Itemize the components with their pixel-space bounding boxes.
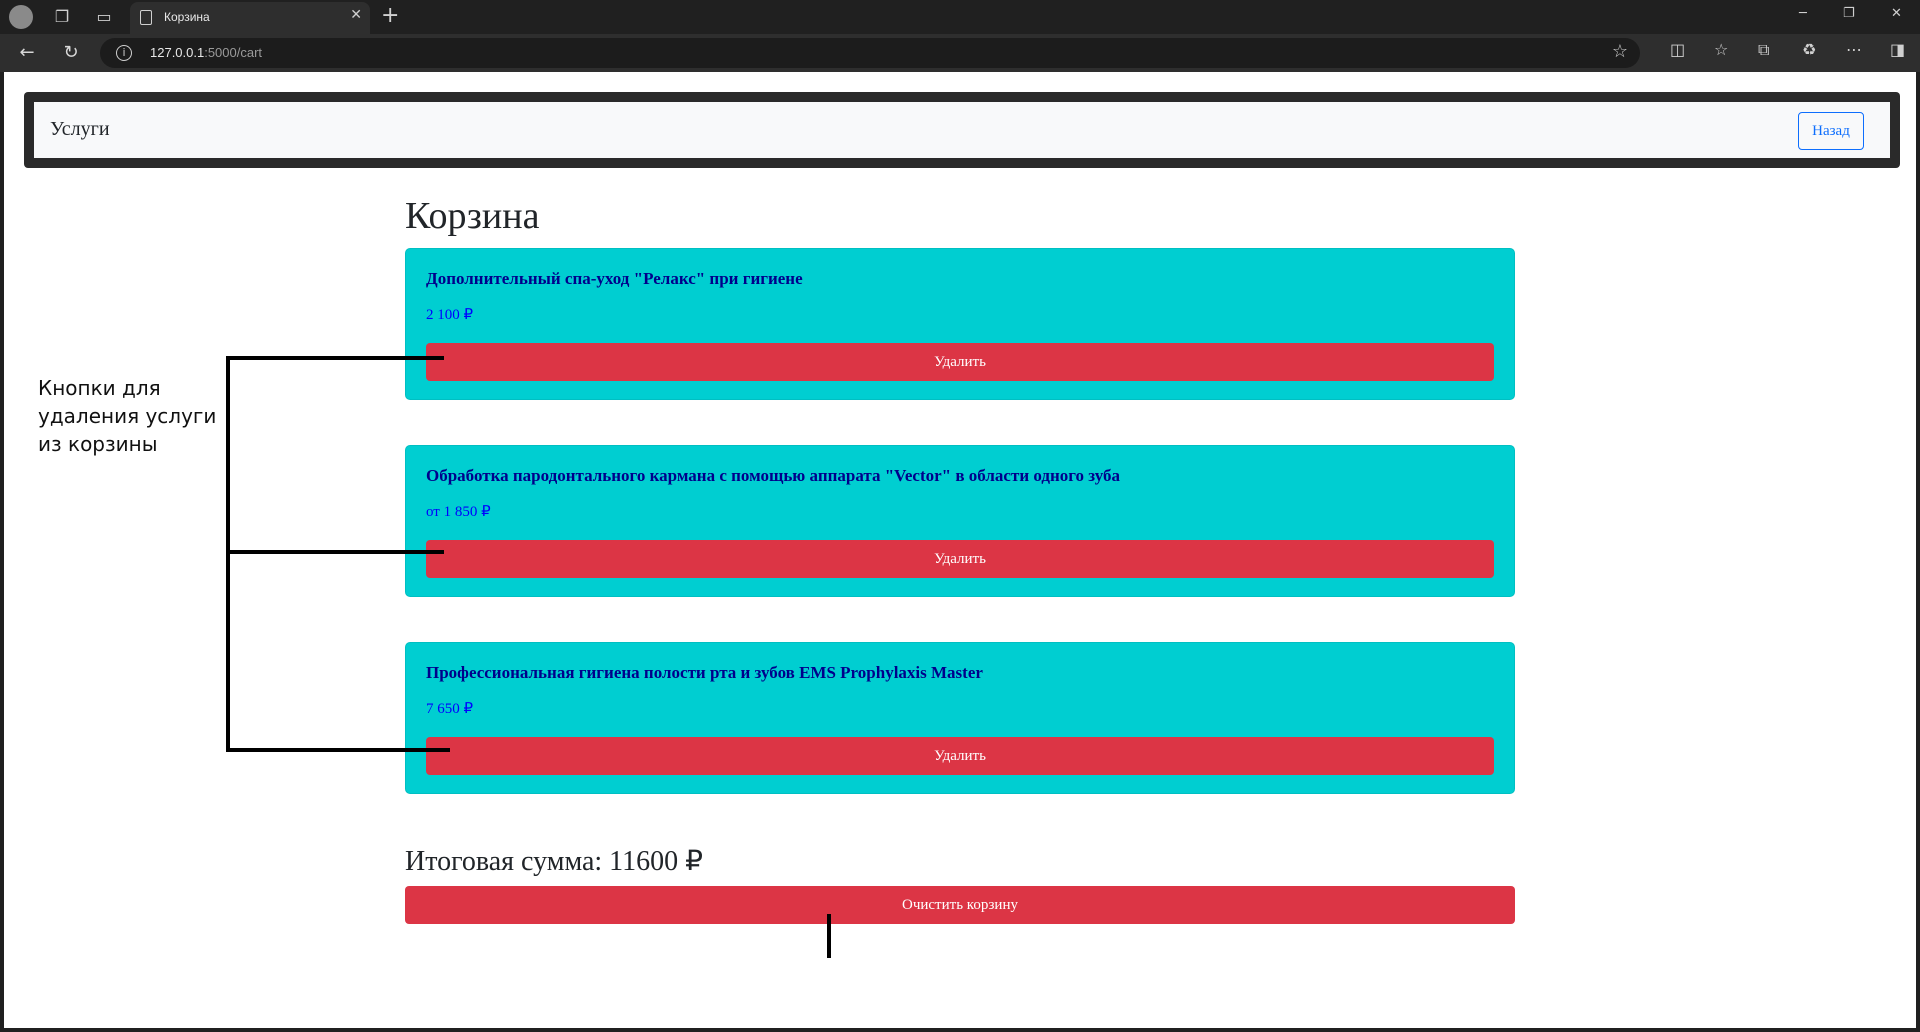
address-bar[interactable]: i 127.0.0.1:5000/cart ☆ [100, 38, 1640, 68]
cart-item-price: от 1 850 ₽ [426, 504, 491, 520]
close-tab-icon[interactable]: ✕ [350, 7, 362, 23]
workspaces-icon[interactable]: ❐ [49, 4, 75, 30]
new-tab-icon[interactable]: + [381, 3, 399, 28]
collections-icon[interactable]: ⧉ [1758, 40, 1769, 60]
cart-item-price: 7 650 ₽ [426, 701, 474, 717]
cart-item-card: Обработка пародонтального кармана с помо… [405, 445, 1515, 597]
clear-cart-button[interactable]: Очистить корзину [405, 886, 1515, 924]
page-title: Корзина [405, 195, 540, 237]
cart-item-card: Дополнительный спа-уход "Релакс" при гиг… [405, 248, 1515, 400]
delete-button[interactable]: Удалить [426, 737, 1494, 775]
annotation-marker-line [827, 914, 831, 958]
delete-button[interactable]: Удалить [426, 540, 1494, 578]
tab-actions-icon[interactable]: ▭ [91, 4, 117, 30]
navbar-brand[interactable]: Услуги [50, 118, 110, 141]
delete-button[interactable]: Удалить [426, 343, 1494, 381]
annotation-arrow-line [226, 356, 444, 360]
cart-item-title: Профессиональная гигиена полости рта и з… [426, 663, 983, 682]
browser-titlebar: ❐ ▭ Корзина ✕ + ─ ❐ ✕ [0, 0, 1920, 34]
navbar: Услуги Назад [34, 102, 1890, 158]
page-viewport: Услуги Назад Корзина Дополнительный спа-… [4, 72, 1916, 1028]
navbar-frame: Услуги Назад [24, 92, 1900, 168]
tab-title: Корзина [164, 10, 210, 24]
restore-icon[interactable]: ❐ [1843, 6, 1855, 21]
browser-toolbar: ← ↻ i 127.0.0.1:5000/cart ☆ ◫ ☆ ⧉ ♻ ⋯ ◨ [0, 34, 1920, 72]
page-icon [140, 10, 152, 25]
cart-item-title: Дополнительный спа-уход "Релакс" при гиг… [426, 269, 803, 288]
annotation-arrow-line [226, 748, 450, 752]
sidebar-icon[interactable]: ◨ [1890, 40, 1905, 59]
extension-icon[interactable]: ♻ [1802, 40, 1816, 59]
favorite-star-icon[interactable]: ☆ [1612, 41, 1628, 62]
cart-total: Итоговая сумма: 11600 ₽ [405, 846, 703, 877]
refresh-icon[interactable]: ↻ [58, 40, 84, 66]
cart-item-card: Профессиональная гигиена полости рта и з… [405, 642, 1515, 794]
more-menu-icon[interactable]: ⋯ [1846, 40, 1862, 59]
back-button[interactable]: Назад [1798, 112, 1864, 150]
cart-item-price: 2 100 ₽ [426, 307, 474, 323]
split-screen-icon[interactable]: ◫ [1670, 40, 1685, 59]
info-icon[interactable]: i [116, 45, 132, 61]
tab-cart[interactable]: Корзина ✕ [130, 2, 370, 34]
annotation-arrow-line [226, 550, 444, 554]
profile-icon[interactable] [9, 5, 33, 29]
back-arrow-icon[interactable]: ← [14, 40, 40, 66]
minimize-icon[interactable]: ─ [1799, 6, 1807, 21]
favorites-icon[interactable]: ☆ [1714, 40, 1728, 59]
annotation-text: Кнопки для удаления услуги из корзины [38, 376, 217, 456]
url-text: 127.0.0.1:5000/cart [150, 45, 263, 60]
close-window-icon[interactable]: ✕ [1891, 6, 1902, 21]
cart-item-title: Обработка пародонтального кармана с помо… [426, 466, 1121, 485]
